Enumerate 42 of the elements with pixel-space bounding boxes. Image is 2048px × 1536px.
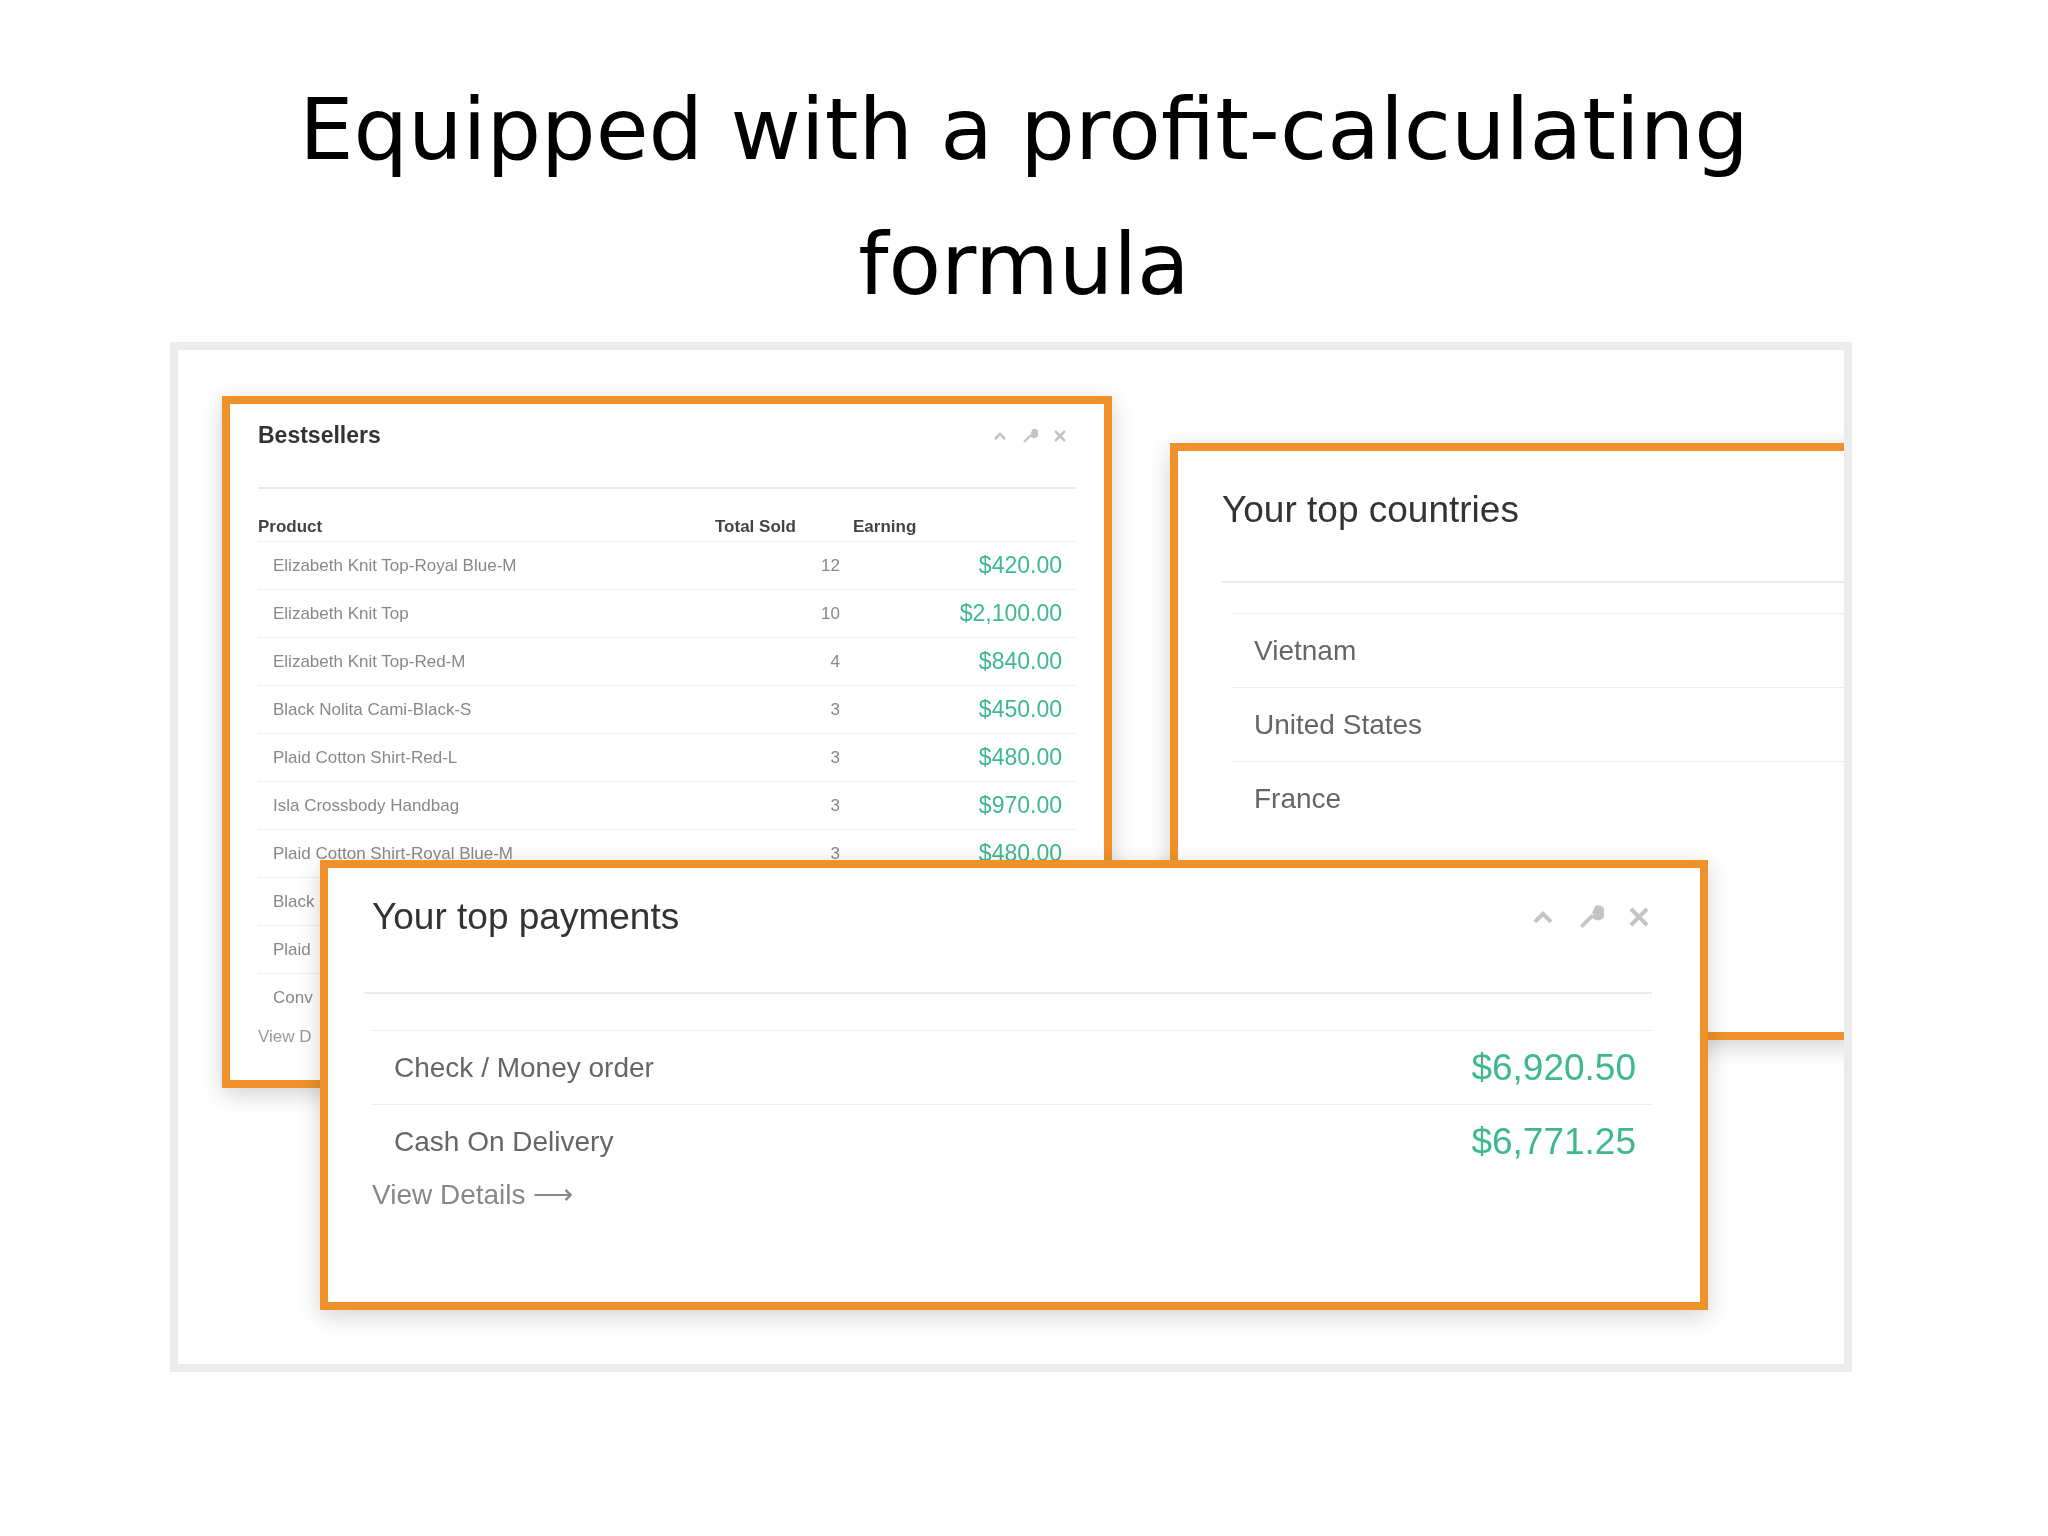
table-cell-text: Elizabeth Knit Top-Royal Blue-M	[272, 555, 518, 576]
table-cell-text: 12	[820, 555, 841, 576]
wrench-icon[interactable]	[1578, 904, 1604, 930]
table-cell-text: $970.00	[977, 792, 1063, 819]
panel-title: Bestsellers	[258, 422, 381, 449]
wrench-icon[interactable]	[1022, 427, 1038, 444]
table-cell-text: $840.00	[977, 648, 1063, 675]
table-cell-text: 3	[829, 795, 841, 816]
table-cell-text: 10	[820, 603, 841, 624]
table-cell-text: Black Nolita Cami-Black-S	[272, 699, 473, 720]
country-name: United States	[1254, 708, 1423, 741]
table-cell-text: Isla Crossbody Handbag	[272, 795, 461, 816]
payment-method: Check / Money order	[394, 1051, 654, 1084]
panel-title: Your top countries	[1222, 489, 1519, 530]
panel-title: Your top payments	[372, 896, 680, 938]
table-cell-text: Plaid	[272, 939, 312, 960]
view-details-link[interactable]: View Details ⟶	[372, 1178, 574, 1211]
table-cell-text: Conv	[272, 987, 314, 1008]
table-cell-text: $2,100.00	[958, 600, 1063, 627]
table-cell-text: $450.00	[977, 696, 1063, 723]
view-details-link[interactable]: View D	[258, 1027, 312, 1047]
payment-amount: $6,771.25	[1471, 1120, 1636, 1163]
table-cell-text: 3	[829, 747, 841, 768]
table-cell-text: 4	[829, 651, 841, 672]
payment-amount: $6,920.50	[1471, 1046, 1636, 1089]
table-cell-text: $480.00	[977, 744, 1063, 771]
column-header: Earning	[852, 517, 918, 537]
table-cell-text: Elizabeth Knit Top-Red-M	[272, 651, 467, 672]
table-cell-text: Elizabeth Knit Top	[272, 603, 410, 624]
table-cell-text: $420.00	[977, 552, 1063, 579]
table-cell-text: Black	[272, 891, 316, 912]
table-cell-text: Plaid Cotton Shirt-Royal Blue-M	[272, 843, 514, 864]
table-cell-text: 3	[829, 699, 841, 720]
table-cell-text: Plaid Cotton Shirt-Red-L	[272, 747, 459, 768]
payment-method: Cash On Delivery	[394, 1125, 614, 1158]
country-name: France	[1254, 782, 1342, 815]
close-icon[interactable]	[1052, 427, 1068, 444]
country-name: Vietnam	[1254, 634, 1357, 667]
column-header: Product	[258, 517, 324, 537]
table-cell-text: 3	[829, 843, 841, 864]
slide-title: Equipped with a profit-calculating formula	[298, 78, 1750, 316]
column-header: Total Sold	[714, 517, 797, 537]
